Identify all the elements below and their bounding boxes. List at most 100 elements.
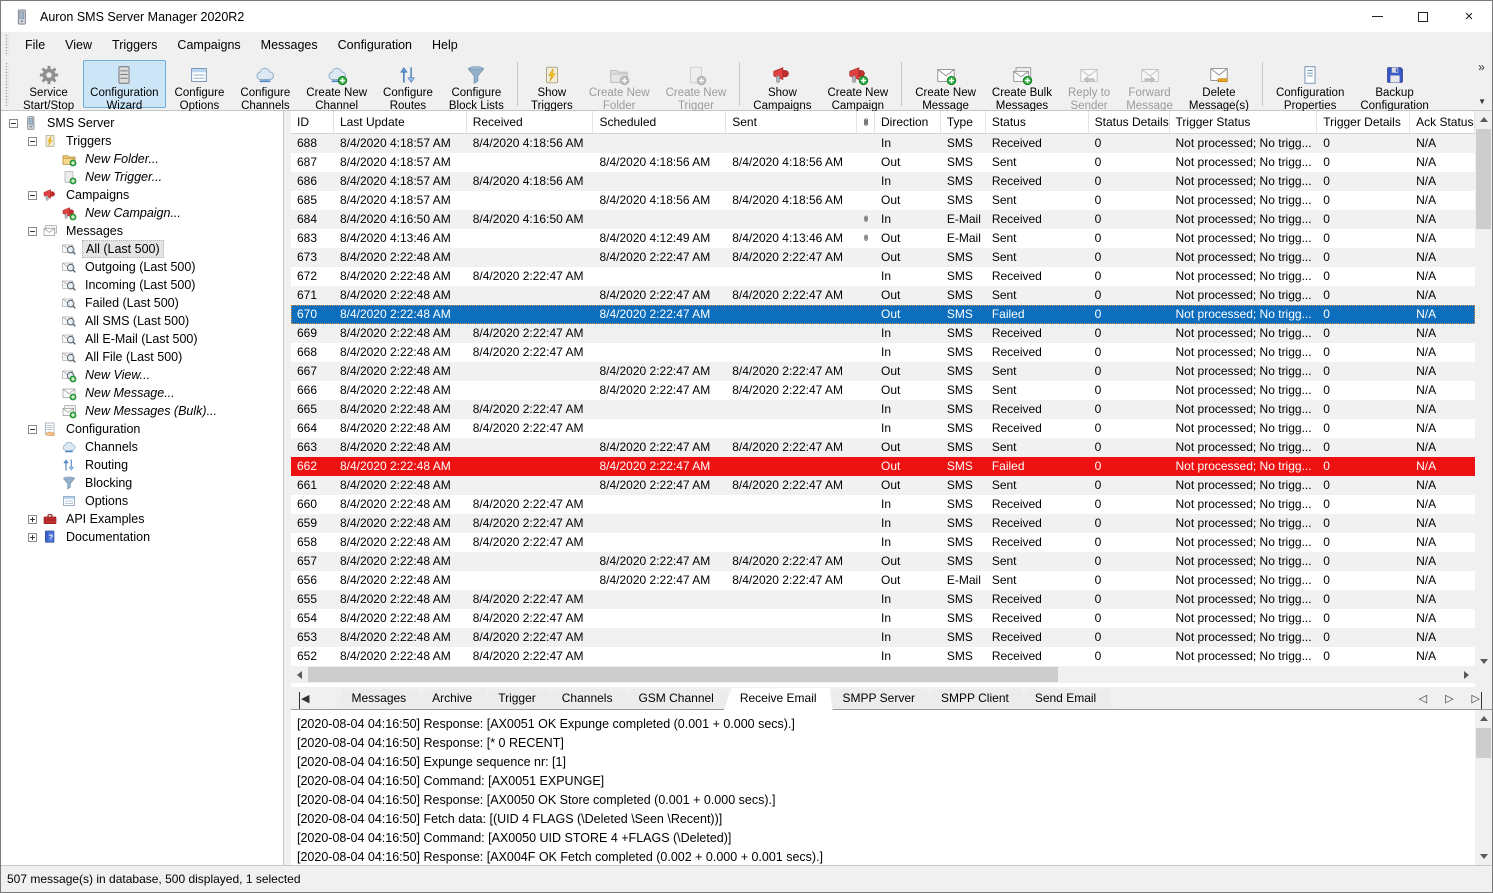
tree-item-sms-server[interactable]: SMS Server: [1, 114, 283, 132]
table-row[interactable]: 6538/4/2020 2:22:48 AM8/4/2020 2:22:47 A…: [291, 628, 1475, 647]
grid-vscroll-thumb[interactable]: [1476, 129, 1491, 229]
table-row[interactable]: 6688/4/2020 2:22:48 AM8/4/2020 2:22:47 A…: [291, 343, 1475, 362]
configure-options-button[interactable]: ConfigureOptions: [168, 60, 232, 108]
create-new-channel-button[interactable]: Create NewChannel: [299, 60, 374, 108]
create-new-message-button[interactable]: Create NewMessage: [908, 60, 983, 108]
tab-smpp-server[interactable]: SMPP Server: [827, 689, 931, 709]
tree-item-all-last-500[interactable]: All (Last 500): [1, 240, 283, 258]
tree-item-all-sms-last-500[interactable]: All SMS (Last 500): [1, 312, 283, 330]
tab-archive[interactable]: Archive: [416, 689, 488, 709]
scroll-up-icon[interactable]: [1475, 111, 1492, 128]
table-row[interactable]: 6668/4/2020 2:22:48 AM8/4/2020 2:22:47 A…: [291, 381, 1475, 400]
next-tab-icon[interactable]: ▷: [1441, 692, 1457, 709]
table-row[interactable]: 6678/4/2020 2:22:48 AM8/4/2020 2:22:47 A…: [291, 362, 1475, 381]
column-header-trigger-status[interactable]: Trigger Status: [1170, 111, 1318, 133]
column-header-status-details[interactable]: Status Details: [1089, 111, 1170, 133]
tree-item-new-folder[interactable]: New Folder...: [1, 150, 283, 168]
tab-messages[interactable]: Messages: [335, 689, 422, 709]
tree-item-new-trigger[interactable]: New Trigger...: [1, 168, 283, 186]
menubar-grip-handle[interactable]: [5, 34, 9, 56]
panel-splitter[interactable]: [284, 111, 291, 865]
toolbar-overflow-chevron-icon[interactable]: »: [1478, 61, 1486, 73]
configuration-wizard-button[interactable]: ConfigurationWizard: [83, 60, 165, 108]
backup-configuration-button[interactable]: BackupConfiguration: [1353, 60, 1435, 108]
tree-item-triggers[interactable]: Triggers: [1, 132, 283, 150]
expander-minus-icon[interactable]: [28, 191, 37, 200]
tree-item-new-view[interactable]: New View...: [1, 366, 283, 384]
configure-routes-button[interactable]: ConfigureRoutes: [376, 60, 440, 108]
expander-minus-icon[interactable]: [9, 119, 18, 128]
grid-horizontal-scrollbar[interactable]: [291, 666, 1475, 683]
column-header-ack-status[interactable]: Ack Status: [1410, 111, 1475, 133]
delete-message-s-button[interactable]: DeleteMessage(s): [1182, 60, 1256, 108]
log-vscroll-thumb[interactable]: [1476, 728, 1491, 758]
tab-channels[interactable]: Channels: [546, 689, 629, 709]
table-row[interactable]: 6648/4/2020 2:22:48 AM8/4/2020 2:22:47 A…: [291, 419, 1475, 438]
scroll-right-icon[interactable]: [1458, 666, 1475, 683]
tab-receive-email[interactable]: Receive Email: [724, 688, 833, 710]
expander-minus-icon[interactable]: [28, 227, 37, 236]
table-row[interactable]: 6558/4/2020 2:22:48 AM8/4/2020 2:22:47 A…: [291, 590, 1475, 609]
table-row[interactable]: 6638/4/2020 2:22:48 AM8/4/2020 2:22:47 A…: [291, 438, 1475, 457]
tree-item-documentation[interactable]: ?Documentation: [1, 528, 283, 546]
table-row[interactable]: 6598/4/2020 2:22:48 AM8/4/2020 2:22:47 A…: [291, 514, 1475, 533]
table-row[interactable]: 6548/4/2020 2:22:48 AM8/4/2020 2:22:47 A…: [291, 609, 1475, 628]
menu-triggers[interactable]: Triggers: [102, 38, 167, 52]
tree-item-failed-last-500[interactable]: Failed (Last 500): [1, 294, 283, 312]
column-header-trigger-details[interactable]: Trigger Details: [1317, 111, 1410, 133]
log-vertical-scrollbar[interactable]: [1475, 710, 1492, 865]
last-tab-icon[interactable]: ▷: [1468, 692, 1482, 709]
table-row[interactable]: 6568/4/2020 2:22:48 AM8/4/2020 2:22:47 A…: [291, 571, 1475, 590]
tree-item-api-examples[interactable]: API Examples: [1, 510, 283, 528]
column-header-sent[interactable]: Sent: [726, 111, 857, 133]
tab-trigger[interactable]: Trigger: [482, 689, 552, 709]
tree-item-channels[interactable]: Channels: [1, 438, 283, 456]
table-row[interactable]: 6848/4/2020 4:16:50 AM8/4/2020 4:16:50 A…: [291, 210, 1475, 229]
tree-item-new-message[interactable]: New Message...: [1, 384, 283, 402]
first-tab-icon[interactable]: ◀: [299, 692, 313, 709]
tab-smpp-client[interactable]: SMPP Client: [925, 689, 1025, 709]
table-row[interactable]: 6588/4/2020 2:22:48 AM8/4/2020 2:22:47 A…: [291, 533, 1475, 552]
table-row[interactable]: 6708/4/2020 2:22:48 AM8/4/2020 2:22:47 A…: [291, 305, 1475, 324]
column-header-status[interactable]: Status: [986, 111, 1089, 133]
table-row[interactable]: 6868/4/2020 4:18:57 AM8/4/2020 4:18:56 A…: [291, 172, 1475, 191]
service-start-stop-button[interactable]: ServiceStart/Stop: [16, 60, 81, 108]
maximize-button[interactable]: [1400, 1, 1446, 32]
column-header-direction[interactable]: Direction: [875, 111, 941, 133]
table-row[interactable]: 6628/4/2020 2:22:48 AM8/4/2020 2:22:47 A…: [291, 457, 1475, 476]
show-triggers-button[interactable]: ShowTriggers: [524, 60, 580, 108]
tree-item-all-file-last-500[interactable]: All File (Last 500): [1, 348, 283, 366]
menu-messages[interactable]: Messages: [251, 38, 328, 52]
tree-item-outgoing-last-500[interactable]: Outgoing (Last 500): [1, 258, 283, 276]
table-row[interactable]: 6738/4/2020 2:22:48 AM8/4/2020 2:22:47 A…: [291, 248, 1475, 267]
configuration-properties-button[interactable]: ConfigurationProperties: [1269, 60, 1351, 108]
scroll-left-icon[interactable]: [291, 666, 308, 683]
tab-send-email[interactable]: Send Email: [1019, 689, 1112, 709]
table-row[interactable]: 6728/4/2020 2:22:48 AM8/4/2020 2:22:47 A…: [291, 267, 1475, 286]
table-row[interactable]: 6608/4/2020 2:22:48 AM8/4/2020 2:22:47 A…: [291, 495, 1475, 514]
menu-campaigns[interactable]: Campaigns: [167, 38, 250, 52]
menu-view[interactable]: View: [55, 38, 102, 52]
prev-tab-icon[interactable]: ◁: [1415, 692, 1431, 709]
menu-configuration[interactable]: Configuration: [328, 38, 422, 52]
tree-item-campaigns[interactable]: Campaigns: [1, 186, 283, 204]
tree-item-new-messages-bulk[interactable]: New Messages (Bulk)...: [1, 402, 283, 420]
table-row[interactable]: 6578/4/2020 2:22:48 AM8/4/2020 2:22:47 A…: [291, 552, 1475, 571]
configure-channels-button[interactable]: ConfigureChannels: [233, 60, 297, 108]
expander-plus-icon[interactable]: [28, 533, 37, 542]
menu-file[interactable]: File: [15, 38, 55, 52]
tree-item-incoming-last-500[interactable]: Incoming (Last 500): [1, 276, 283, 294]
table-row[interactable]: 6698/4/2020 2:22:48 AM8/4/2020 2:22:47 A…: [291, 324, 1475, 343]
tree-item-new-campaign[interactable]: New Campaign...: [1, 204, 283, 222]
table-row[interactable]: 6718/4/2020 2:22:48 AM8/4/2020 2:22:47 A…: [291, 286, 1475, 305]
grid-vertical-scrollbar[interactable]: [1475, 111, 1492, 670]
create-bulk-messages-button[interactable]: Create BulkMessages: [985, 60, 1059, 108]
table-row[interactable]: 6618/4/2020 2:22:48 AM8/4/2020 2:22:47 A…: [291, 476, 1475, 495]
toolbar-more-arrow-icon[interactable]: ▼: [1478, 97, 1486, 107]
table-row[interactable]: 6528/4/2020 2:22:48 AM8/4/2020 2:22:47 A…: [291, 647, 1475, 666]
expander-minus-icon[interactable]: [28, 137, 37, 146]
table-row[interactable]: 6838/4/2020 4:13:46 AM8/4/2020 4:12:49 A…: [291, 229, 1475, 248]
tree-item-messages[interactable]: Messages: [1, 222, 283, 240]
menu-help[interactable]: Help: [422, 38, 468, 52]
close-button[interactable]: ×: [1446, 1, 1492, 32]
